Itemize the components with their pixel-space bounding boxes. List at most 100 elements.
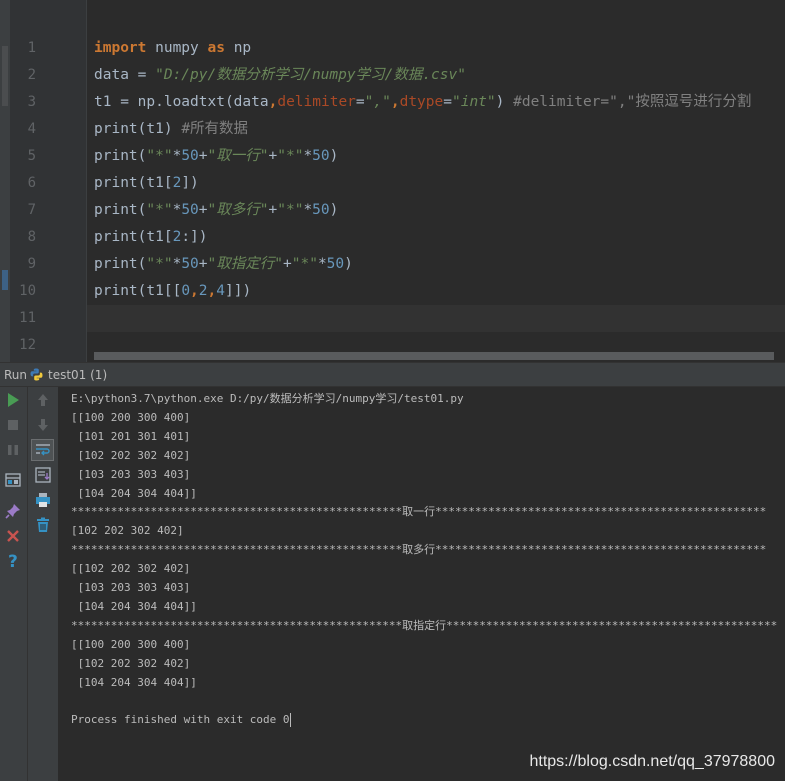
code-token: t1 = np.loadtxt(data xyxy=(94,94,269,110)
stop-icon[interactable] xyxy=(3,415,23,435)
strip-marker xyxy=(2,270,8,290)
code-token: "*" xyxy=(277,202,304,218)
code-token: data = xyxy=(94,67,156,83)
code-token: = xyxy=(443,94,452,110)
console-line: [[100 200 300 400] xyxy=(71,408,190,427)
run-config-tab[interactable]: test01 (1) xyxy=(48,368,107,382)
strip-marker xyxy=(2,46,8,106)
console-line-text: [[100 200 300 400] xyxy=(71,410,191,424)
trash-icon[interactable] xyxy=(33,515,53,535)
code-token: 50 xyxy=(326,256,345,272)
code-token: , xyxy=(207,283,217,299)
console-line-text: [102 202 302 402] xyxy=(71,448,191,462)
code-token: "*" xyxy=(146,202,173,218)
console-line: [103 203 303 403] xyxy=(71,465,191,484)
console-line: Process finished with exit code 0 xyxy=(71,710,291,729)
code-line[interactable]: import numpy as np xyxy=(94,35,251,62)
code-token: 0 xyxy=(181,283,191,299)
code-token: = xyxy=(355,94,365,110)
code-token: "int" xyxy=(451,94,496,110)
code-line[interactable]: print("*"*50+"取多行"+"*"*50) xyxy=(94,197,338,224)
console-line-text: ****************************************… xyxy=(71,505,767,519)
console-line-text: [104 204 304 404]] xyxy=(71,486,197,500)
code-token: 50 xyxy=(181,148,199,164)
code-token: dtype xyxy=(399,94,444,110)
line-number: 1 xyxy=(27,40,36,56)
code-token: #delimiter=","按照逗号进行分割 xyxy=(513,94,752,110)
code-token: "*" xyxy=(291,256,318,272)
console-line-text: [103 203 303 403] xyxy=(71,467,191,481)
console-line-text: Process finished with exit code 0 xyxy=(71,713,290,727)
code-token: 2 xyxy=(198,283,208,299)
run-console-output[interactable]: E:\python3.7\python.exe D:/py/数据分析学习/num… xyxy=(59,387,785,781)
watermark: https://blog.csdn.net/qq_37978800 xyxy=(529,753,775,770)
code-token: + xyxy=(283,256,292,272)
console-line-text: E:\python3.7\python.exe D:/py/数据分析学习/num… xyxy=(71,392,464,405)
console-line-text: [101 201 301 401] xyxy=(71,429,191,443)
code-token: numpy xyxy=(146,40,208,56)
horizontal-scrollbar[interactable] xyxy=(94,352,774,360)
pause-icon[interactable] xyxy=(3,440,23,460)
line-number: 2 xyxy=(27,67,36,83)
code-token: 50 xyxy=(312,202,330,218)
run-label: Run xyxy=(4,368,28,382)
code-token: + xyxy=(198,202,208,218)
layout-icon[interactable] xyxy=(3,470,23,490)
code-line[interactable]: print(t1[[0,2,4]]) xyxy=(94,278,251,305)
code-token: "*" xyxy=(277,148,304,164)
code-token: * xyxy=(303,202,313,218)
soft-wrap-icon[interactable] xyxy=(31,439,54,461)
code-token: print xyxy=(94,121,138,137)
print-icon[interactable] xyxy=(33,490,53,510)
line-number: 11 xyxy=(19,310,36,326)
python-icon xyxy=(30,368,43,381)
code-editor[interactable]: 1 2 3 4 5 6 7 8 9 10 11 12 import numpy as np data =… xyxy=(0,0,785,362)
code-token: delimiter xyxy=(277,94,356,110)
console-line: [[102 202 302 402] xyxy=(71,559,190,578)
down-arrow-icon[interactable] xyxy=(33,415,53,435)
code-token: + xyxy=(268,148,278,164)
line-number: 3 xyxy=(27,94,36,110)
code-token: print(t1[[ xyxy=(94,283,182,299)
code-token: :]) xyxy=(181,229,208,245)
text-cursor xyxy=(289,713,291,728)
console-line-text: ****************************************… xyxy=(71,618,778,632)
code-token: 50 xyxy=(181,202,199,218)
code-token: as xyxy=(207,40,225,56)
code-token: print(t1[ xyxy=(94,175,173,191)
console-line-text: [[102 202 302 402] xyxy=(71,562,191,576)
console-line: [104 204 304 404]] xyxy=(71,484,197,503)
code-token: , xyxy=(390,94,400,110)
code-token: "*" xyxy=(146,256,173,272)
code-token: + xyxy=(198,148,208,164)
help-icon[interactable]: ? xyxy=(3,551,23,571)
console-line: [104 204 304 404]] xyxy=(71,673,197,692)
code-token: 2 xyxy=(172,175,182,191)
code-token: "D:/py/数据分析学习/numpy学习/数据.csv" xyxy=(155,67,466,83)
console-line-text: [102 202 302 402] xyxy=(71,656,191,670)
scroll-to-end-icon[interactable] xyxy=(33,465,53,485)
code-token: "*" xyxy=(146,148,173,164)
code-line[interactable]: print("*"*50+"取指定行"+"*"*50) xyxy=(94,251,353,278)
up-arrow-icon[interactable] xyxy=(33,390,53,410)
code-token: #所有数据 xyxy=(181,121,249,137)
code-token: + xyxy=(268,202,278,218)
code-token: + xyxy=(198,256,208,272)
editor-side-strip xyxy=(0,0,10,362)
code-line[interactable]: print(t1[2]) xyxy=(94,170,199,197)
close-icon[interactable] xyxy=(3,526,23,546)
code-token: , xyxy=(190,283,199,299)
code-line[interactable]: print(t1[2:]) xyxy=(94,224,208,251)
run-panel-header: Run test01 (1) xyxy=(0,362,785,387)
console-line-text: [102 202 302 402] xyxy=(71,524,184,538)
console-line-text: [[100 200 300 400] xyxy=(71,637,191,651)
code-token: ]) xyxy=(181,175,199,191)
code-token: ]]) xyxy=(224,283,252,299)
code-line[interactable]: data = "D:/py/数据分析学习/numpy学习/数据.csv" xyxy=(94,62,466,89)
run-icon[interactable] xyxy=(3,390,23,410)
code-line[interactable]: print("*"*50+"取一行"+"*"*50) xyxy=(94,143,338,170)
pin-icon[interactable] xyxy=(3,501,23,521)
run-toolbar-secondary xyxy=(28,387,59,781)
code-line[interactable]: print(t1) #所有数据 xyxy=(94,116,248,143)
code-line[interactable]: t1 = np.loadtxt(data,delimiter=",",dtype… xyxy=(94,89,751,116)
